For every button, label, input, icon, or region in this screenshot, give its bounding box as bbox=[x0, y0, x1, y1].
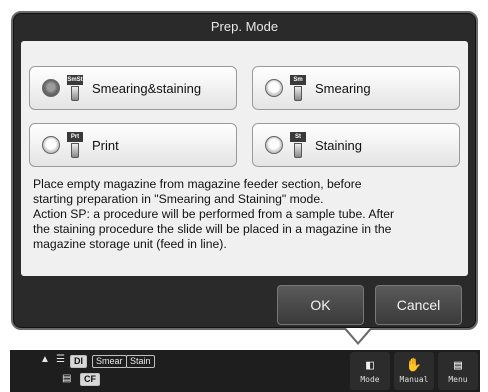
dialog-body: SmSt Smearing&staining Sm Smearing Prt P… bbox=[21, 41, 468, 276]
mode-label: Staining bbox=[315, 137, 362, 153]
bottle-icon: ▲ bbox=[40, 354, 50, 365]
mode-button[interactable]: ◧ Mode bbox=[350, 352, 390, 390]
mode-option-staining[interactable]: St Staining bbox=[252, 123, 460, 167]
mode-description: Place empty magazine from magazine feede… bbox=[33, 177, 395, 251]
radio-selected-icon bbox=[42, 79, 60, 97]
printer-icon: ▤ bbox=[62, 373, 72, 384]
radio-unselected-icon bbox=[42, 136, 60, 154]
menu-icon: ▤ bbox=[454, 358, 462, 373]
slide-smst-icon: SmSt bbox=[67, 75, 83, 101]
radio-unselected-icon bbox=[265, 136, 283, 154]
rack-icon: ☰ bbox=[56, 354, 65, 365]
smear-badge: Smear bbox=[92, 355, 127, 368]
mode-label: Smearing&staining bbox=[92, 80, 202, 96]
mode-label: Print bbox=[92, 137, 119, 153]
stain-badge: Stain bbox=[126, 355, 155, 368]
mode-option-print[interactable]: Prt Print bbox=[29, 123, 237, 167]
di-badge: DI bbox=[70, 355, 87, 368]
dialog-title: Prep. Mode bbox=[210, 19, 279, 34]
cf-badge: CF bbox=[80, 373, 100, 386]
mode-icon: ◧ bbox=[366, 358, 374, 373]
menu-button[interactable]: ▤ Menu bbox=[438, 352, 478, 390]
slide-st-icon: St bbox=[290, 132, 306, 158]
mode-option-smearing[interactable]: Sm Smearing bbox=[252, 66, 460, 110]
ok-button[interactable]: OK bbox=[277, 285, 364, 325]
cancel-button[interactable]: Cancel bbox=[375, 285, 462, 325]
radio-unselected-icon bbox=[265, 79, 283, 97]
mode-option-smearing-staining[interactable]: SmSt Smearing&staining bbox=[29, 66, 237, 110]
manual-icon: ✋ bbox=[405, 358, 423, 373]
mode-label: Smearing bbox=[315, 80, 371, 96]
status-bar: ▲ ☰ DI Smear Stain ▤ CF ◧ Mode ✋ Manual … bbox=[10, 350, 480, 392]
prep-mode-dialog: Prep. Mode SmSt Smearing&staining Sm Sme… bbox=[11, 11, 478, 330]
slide-prt-icon: Prt bbox=[67, 132, 83, 158]
manual-button[interactable]: ✋ Manual bbox=[394, 352, 434, 390]
slide-sm-icon: Sm bbox=[290, 75, 306, 101]
